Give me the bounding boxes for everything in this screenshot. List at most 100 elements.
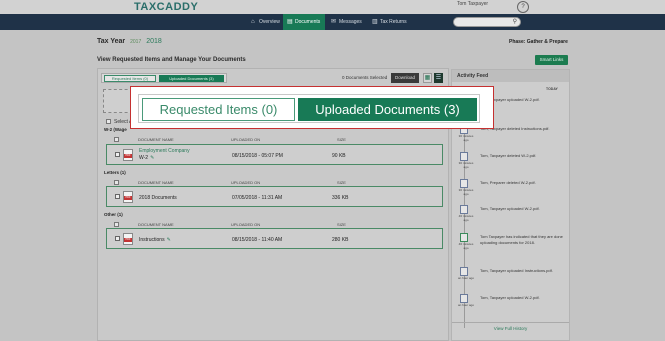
document-icon bbox=[460, 267, 468, 276]
download-button[interactable]: Download bbox=[391, 73, 419, 83]
document-company[interactable]: Employment Company bbox=[139, 148, 190, 154]
row-checkbox[interactable] bbox=[115, 194, 120, 199]
selected-count: 0 Documents Selected bbox=[342, 75, 388, 80]
zoomed-document-tabs: Requested Items (0) Uploaded Documents (… bbox=[138, 94, 480, 123]
tax-year-label: Tax Year bbox=[97, 38, 126, 45]
document-icon bbox=[460, 294, 468, 303]
group-checkbox[interactable] bbox=[114, 180, 119, 185]
documents-icon: ▤ bbox=[287, 19, 293, 25]
feed-text: Tom, Taxpayer uploaded Instructions.pdf. bbox=[480, 268, 553, 273]
col-size: SIZE bbox=[337, 137, 346, 142]
uploaded-date: 07/05/2018 - 11:31 AM bbox=[232, 195, 283, 201]
tax-returns-icon: ▥ bbox=[372, 19, 378, 25]
home-icon: ⌂ bbox=[251, 19, 255, 25]
page-title: View Requested Items and Manage Your Doc… bbox=[97, 57, 246, 63]
nav-tax-returns-label: Tax Returns bbox=[380, 19, 407, 25]
upload-dropzone[interactable] bbox=[103, 89, 133, 113]
group-label-letters: Letters (1) bbox=[104, 170, 126, 175]
group-checkbox[interactable] bbox=[114, 137, 119, 142]
checklist-icon bbox=[460, 233, 468, 242]
document-icon bbox=[460, 179, 468, 188]
feed-time: an hour ago bbox=[457, 303, 474, 307]
main-nav: ⌂ Overview ▤ Documents ✉ Messages ▥ Tax … bbox=[0, 14, 665, 30]
col-uploaded-on: UPLOADED ON bbox=[231, 180, 261, 185]
edit-pencil-icon[interactable]: ✎ bbox=[167, 237, 171, 243]
row-checkbox[interactable] bbox=[115, 152, 120, 157]
smart-links-button[interactable]: Smart Links bbox=[535, 55, 568, 65]
taxcaddy-logo[interactable]: TAXCADDY bbox=[134, 1, 198, 13]
tab-uploaded-documents[interactable]: Uploaded Documents (3) bbox=[159, 75, 224, 82]
zoomed-tab-requested-items[interactable]: Requested Items (0) bbox=[142, 98, 295, 121]
year-2018-current[interactable]: 2018 bbox=[146, 38, 162, 45]
row-checkbox[interactable] bbox=[115, 236, 120, 241]
view-full-history-link[interactable]: View Full History bbox=[452, 326, 569, 331]
feed-text: Tom, Preparer deleted W-2.pdf. bbox=[480, 180, 536, 185]
phase-label: Phase: Gather & Prepare bbox=[509, 39, 568, 45]
year-2017-link[interactable]: 2017 bbox=[130, 39, 141, 45]
top-bar: TAXCADDY Tom Taxpayer ? bbox=[0, 0, 665, 14]
activity-feed-title: Activity Feed bbox=[452, 70, 569, 82]
file-size: 336 KB bbox=[332, 195, 349, 201]
document-tabs: Requested Items (0) Uploaded Documents (… bbox=[101, 73, 227, 83]
col-uploaded-on: UPLOADED ON bbox=[231, 222, 261, 227]
feed-time: 30 minutes ago bbox=[458, 188, 474, 196]
list-view-icon[interactable]: ☰ bbox=[434, 73, 443, 83]
feed-text: Tom, Taxpayer uploaded W-2.pdf. bbox=[480, 206, 540, 211]
table-row[interactable]: PDF 2018 Documents 07/05/2018 - 11:31 AM… bbox=[106, 186, 443, 207]
uploaded-date: 08/15/2018 - 11:40 AM bbox=[232, 237, 283, 243]
user-name[interactable]: Tom Taxpayer bbox=[457, 1, 488, 7]
document-name[interactable]: Instructions bbox=[139, 237, 165, 243]
nav-documents[interactable]: ▤ Documents bbox=[283, 14, 325, 30]
zoomed-tab-uploaded-documents[interactable]: Uploaded Documents (3) bbox=[298, 98, 477, 121]
feed-time: 30 minutes ago bbox=[458, 134, 474, 142]
col-document-name: DOCUMENT NAME bbox=[138, 222, 174, 227]
col-document-name: DOCUMENT NAME bbox=[138, 137, 174, 142]
nav-tax-returns[interactable]: ▥ Tax Returns bbox=[368, 14, 412, 30]
group-label-w2: W-2 (Wage bbox=[104, 127, 127, 132]
nav-documents-label: Documents bbox=[295, 19, 321, 25]
col-size: SIZE bbox=[337, 180, 346, 185]
select-all[interactable]: Select A bbox=[106, 119, 132, 125]
document-name-row: W-2 ✎ bbox=[139, 155, 154, 161]
document-name[interactable]: 2018 Documents bbox=[139, 195, 177, 201]
feed-divider bbox=[452, 322, 569, 323]
nav-overview[interactable]: ⌂ Overview bbox=[247, 14, 283, 30]
group-checkbox[interactable] bbox=[114, 222, 119, 227]
search-icon[interactable]: ⚲ bbox=[513, 18, 517, 27]
nav-messages-label: Messages bbox=[339, 19, 362, 25]
table-row[interactable]: PDF Instructions ✎ 08/15/2018 - 11:40 AM … bbox=[106, 228, 443, 249]
feed-text: Tom, Taxpayer deleted W-2.pdf. bbox=[480, 153, 537, 158]
document-icon bbox=[460, 152, 468, 161]
col-size: SIZE bbox=[337, 222, 346, 227]
search-input[interactable]: ⚲ bbox=[453, 17, 521, 27]
group-label-other: Other (1) bbox=[104, 212, 123, 217]
table-row[interactable]: PDF Employment Company W-2 ✎ 08/15/2018 -… bbox=[106, 144, 443, 165]
edit-pencil-icon[interactable]: ✎ bbox=[150, 155, 154, 161]
today-label: TODAY bbox=[546, 87, 558, 91]
nav-messages[interactable]: ✉ Messages bbox=[327, 14, 367, 30]
document-name-row: Instructions ✎ bbox=[139, 237, 171, 243]
feed-time: 46 minutes ago bbox=[458, 214, 474, 222]
document-name[interactable]: W-2 bbox=[139, 155, 148, 161]
pdf-icon: PDF bbox=[123, 233, 133, 245]
select-all-checkbox[interactable] bbox=[106, 119, 111, 125]
feed-time: 46 minutes ago bbox=[458, 242, 474, 250]
feed-time: 30 minutes ago bbox=[458, 161, 474, 169]
messages-icon: ✉ bbox=[331, 19, 337, 25]
feed-time: an hour ago bbox=[457, 276, 474, 280]
nav-overview-label: Overview bbox=[259, 19, 280, 25]
pdf-icon: PDF bbox=[123, 191, 133, 203]
pdf-icon: PDF bbox=[123, 149, 133, 161]
grid-view-icon[interactable]: ▦ bbox=[423, 73, 432, 83]
col-document-name: DOCUMENT NAME bbox=[138, 180, 174, 185]
document-icon bbox=[460, 205, 468, 214]
feed-text: Tom, Taxpayer uploaded W-2.pdf. bbox=[480, 295, 540, 300]
col-uploaded-on: UPLOADED ON bbox=[231, 137, 261, 142]
avatar[interactable]: ? bbox=[517, 1, 529, 13]
uploaded-date: 08/15/2018 - 05:07 PM bbox=[232, 153, 283, 159]
tax-year-selector: Tax Year 2017 2018 bbox=[97, 38, 162, 45]
tab-requested-items[interactable]: Requested Items (0) bbox=[104, 75, 156, 82]
zoom-callout: Requested Items (0) Uploaded Documents (… bbox=[130, 86, 494, 129]
file-size: 90 KB bbox=[332, 153, 346, 159]
file-size: 280 KB bbox=[332, 237, 349, 243]
